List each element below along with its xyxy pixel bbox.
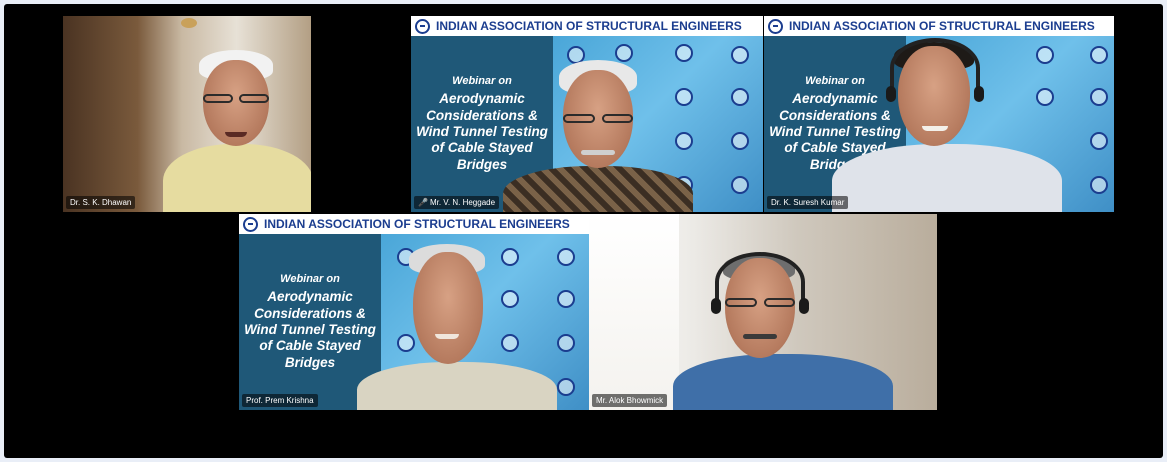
- participant-heggade: [411, 16, 763, 212]
- participant-prem-krishna: [239, 214, 589, 410]
- participant-name-label: 🎤 Mr. V. N. Heggade: [414, 196, 500, 209]
- participant-name-label: Prof. Prem Krishna: [242, 394, 318, 407]
- muted-mic-icon: 🎤: [418, 198, 428, 207]
- video-tile-3[interactable]: INDIAN ASSOCIATION OF STRUCTURAL ENGINEE…: [764, 16, 1114, 212]
- participant-name-label: Dr. K. Suresh Kumar: [767, 196, 849, 209]
- participant-bhowmick: [589, 214, 937, 410]
- participant-dhawan: [63, 16, 311, 212]
- video-tile-5[interactable]: Mr. Alok Bhowmick: [589, 214, 937, 410]
- video-gallery: Dr. S. K. Dhawan INDIAN ASSOCIATION OF S…: [4, 4, 1163, 458]
- participant-name-label: Mr. Alok Bhowmick: [592, 394, 668, 407]
- video-tile-2[interactable]: INDIAN ASSOCIATION OF STRUCTURAL ENGINEE…: [411, 16, 763, 212]
- participant-suresh-kumar: [764, 16, 1114, 212]
- headset-icon: [890, 38, 980, 98]
- participant-name-label: Dr. S. K. Dhawan: [66, 196, 136, 209]
- video-tile-4[interactable]: INDIAN ASSOCIATION OF STRUCTURAL ENGINEE…: [239, 214, 589, 410]
- video-tile-1[interactable]: Dr. S. K. Dhawan: [63, 16, 311, 212]
